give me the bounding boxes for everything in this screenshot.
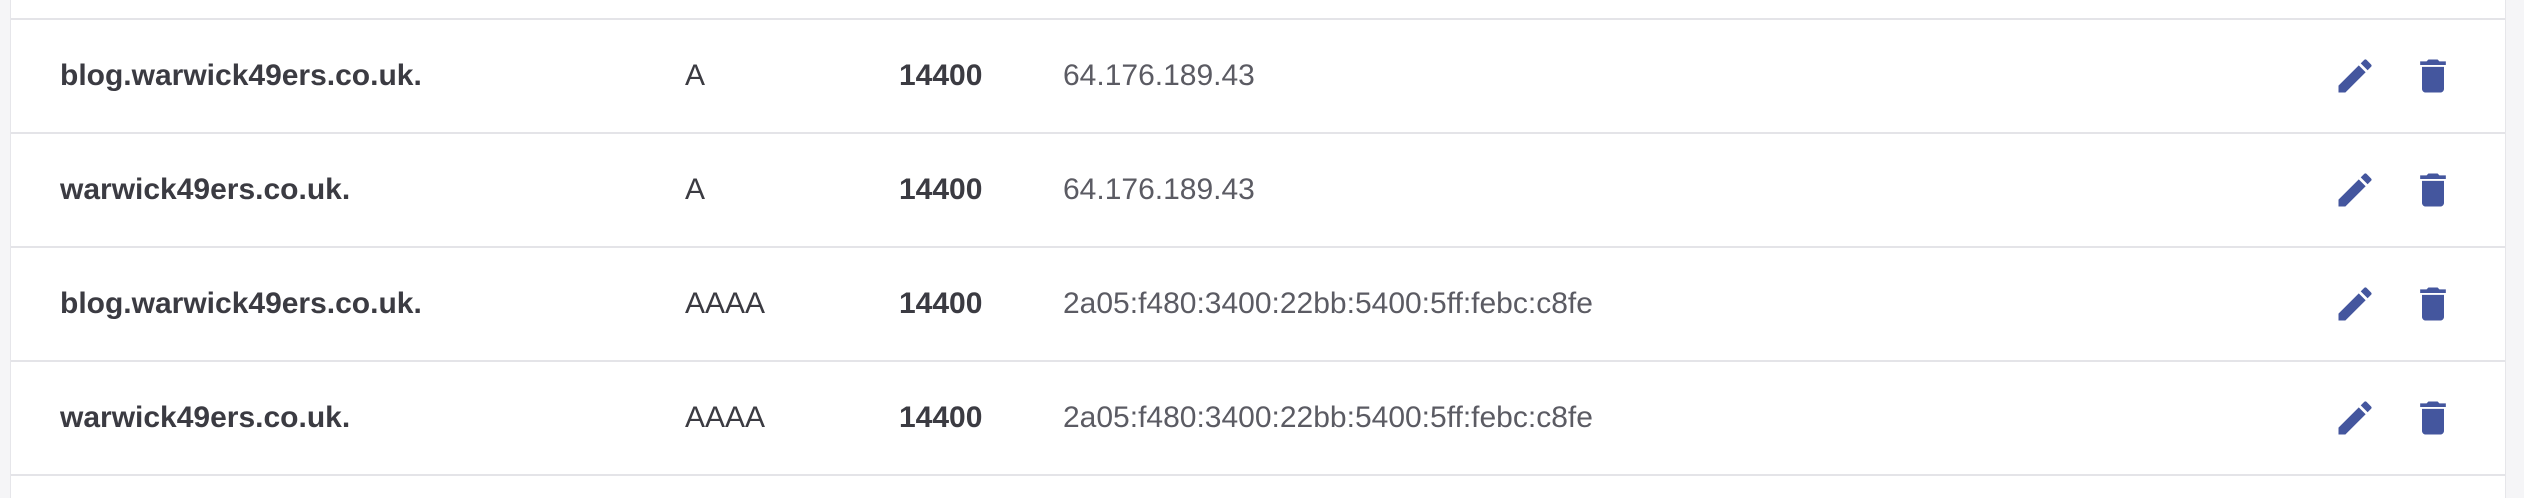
- record-value: 64.176.189.43: [1063, 59, 1255, 92]
- edit-record-button[interactable]: [2333, 282, 2377, 326]
- pencil-icon: [2338, 287, 2372, 321]
- table-row: blog.warwick49ers.co.uk. A 14400 64.176.…: [11, 20, 2505, 134]
- record-ttl: 14400: [899, 287, 983, 320]
- table-row: blog.warwick49ers.co.uk. AAAA 14400 2a05…: [11, 248, 2505, 362]
- edit-record-button[interactable]: [2333, 396, 2377, 440]
- record-name: blog.warwick49ers.co.uk.: [60, 59, 422, 92]
- trash-icon: [2420, 59, 2446, 93]
- delete-record-button[interactable]: [2411, 282, 2455, 326]
- trash-icon: [2420, 173, 2446, 207]
- record-ttl: 14400: [899, 401, 983, 434]
- record-type: A: [685, 59, 706, 92]
- row-actions: [2333, 134, 2455, 246]
- record-type: AAAA: [685, 401, 766, 434]
- record-value: 64.176.189.43: [1063, 173, 1255, 206]
- delete-record-button[interactable]: [2411, 54, 2455, 98]
- record-type: A: [685, 173, 706, 206]
- delete-record-button[interactable]: [2411, 168, 2455, 212]
- delete-record-button[interactable]: [2411, 396, 2455, 440]
- dns-records-table: blog.warwick49ers.co.uk. A 14400 64.176.…: [10, 0, 2506, 498]
- edit-record-button[interactable]: [2333, 168, 2377, 212]
- record-value: 2a05:f480:3400:22bb:5400:5ff:febc:c8fe: [1063, 401, 1593, 434]
- row-actions: [2333, 362, 2455, 474]
- table-row: warwick49ers.co.uk. AAAA 14400 2a05:f480…: [11, 362, 2505, 476]
- record-ttl: 14400: [899, 173, 983, 206]
- edit-record-button[interactable]: [2333, 54, 2377, 98]
- record-type: AAAA: [685, 287, 766, 320]
- trash-icon: [2420, 287, 2446, 321]
- row-actions: [2333, 20, 2455, 132]
- trash-icon: [2420, 401, 2446, 435]
- pencil-icon: [2338, 173, 2372, 207]
- record-ttl: 14400: [899, 59, 983, 92]
- record-name: blog.warwick49ers.co.uk.: [60, 287, 422, 320]
- pencil-icon: [2338, 401, 2372, 435]
- record-value: 2a05:f480:3400:22bb:5400:5ff:febc:c8fe: [1063, 287, 1593, 320]
- table-row: warwick49ers.co.uk. A 14400 64.176.189.4…: [11, 134, 2505, 248]
- record-name: warwick49ers.co.uk.: [60, 401, 351, 434]
- row-actions: [2333, 248, 2455, 360]
- record-name: warwick49ers.co.uk.: [60, 173, 351, 206]
- pencil-icon: [2338, 59, 2372, 93]
